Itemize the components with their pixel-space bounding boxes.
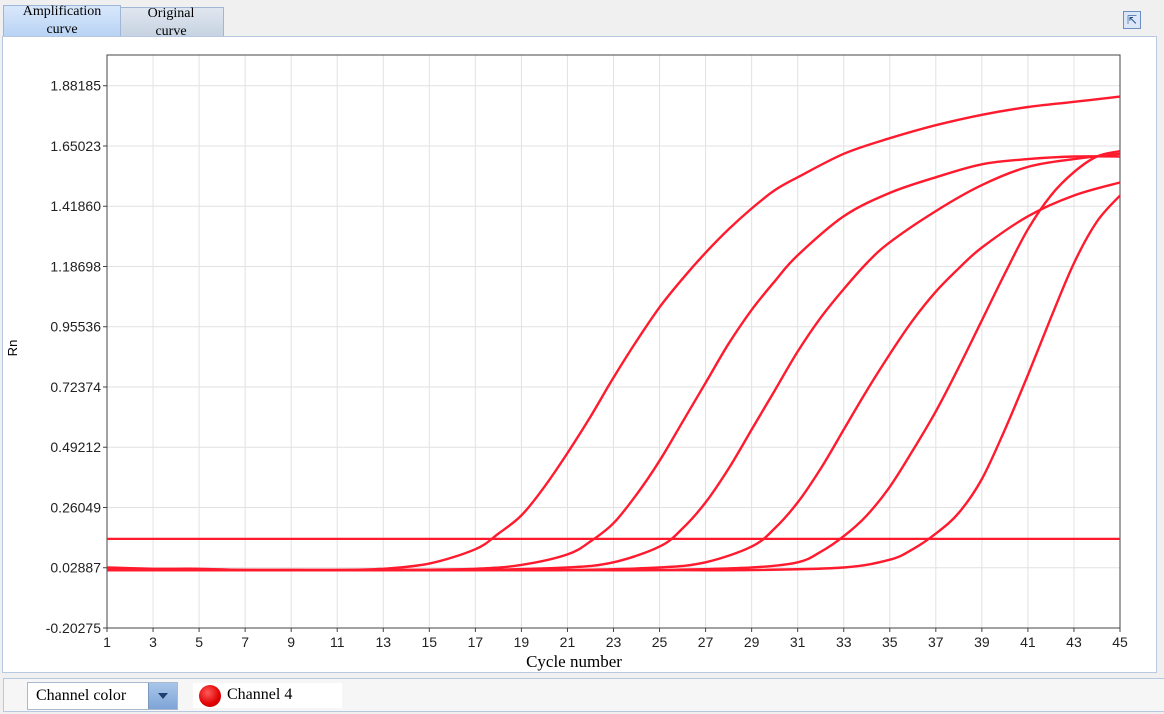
x-tick-label-39: 39 <box>974 634 990 650</box>
x-tick-label-11: 11 <box>330 634 345 650</box>
legend-channel-4[interactable]: Channel 4 <box>193 683 342 708</box>
y-tick-label-6: 1.18698 <box>50 258 101 274</box>
x-tick-label-45: 45 <box>1112 634 1128 650</box>
x-tick-label-15: 15 <box>422 634 438 650</box>
channel-color-dot-icon <box>199 685 221 707</box>
y-tick-label-8: 1.65023 <box>50 138 101 154</box>
y-tick-label-2: 0.26049 <box>50 499 101 515</box>
x-tick-label-13: 13 <box>375 634 391 650</box>
y-tick-label-5: 0.95536 <box>50 319 101 335</box>
x-tick-label-19: 19 <box>514 634 530 650</box>
y-tick-label-1: 0.02887 <box>50 560 101 576</box>
x-axis-label: Cycle number <box>526 652 622 671</box>
y-tick-label-3: 0.49212 <box>50 439 101 455</box>
x-tick-label-31: 31 <box>790 634 806 650</box>
x-tick-label-29: 29 <box>744 634 760 650</box>
x-tick-label-33: 33 <box>836 634 852 650</box>
x-tick-label-1: 1 <box>103 634 111 650</box>
y-axis-ticks: -0.20275 0.02887 0.26049 0.49212 0.72374 0.95… <box>46 78 107 636</box>
chart-grid <box>106 55 1121 629</box>
x-tick-label-3: 3 <box>149 634 157 650</box>
x-tick-label-41: 41 <box>1020 634 1036 650</box>
x-axis-ticks: 1 3 5 7 9 11 13 15 17 19 21 23 25 27 29 31 33 35 37 39 41 43 4… <box>103 628 1128 650</box>
x-tick-label-17: 17 <box>468 634 484 650</box>
x-tick-label-43: 43 <box>1066 634 1082 650</box>
x-tick-label-7: 7 <box>241 634 249 650</box>
chevron-down-icon[interactable] <box>148 683 177 709</box>
x-tick-label-27: 27 <box>698 634 714 650</box>
x-tick-label-21: 21 <box>560 634 576 650</box>
channel-color-label: Channel color <box>36 687 127 704</box>
x-tick-label-35: 35 <box>882 634 898 650</box>
x-tick-label-5: 5 <box>195 634 203 650</box>
legend-label: Channel 4 <box>227 686 293 703</box>
x-tick-label-37: 37 <box>928 634 944 650</box>
y-tick-label-9: 1.88185 <box>50 78 101 94</box>
amplification-chart: -0.20275 0.02887 0.26049 0.49212 0.72374 0.95… <box>5 54 1128 671</box>
x-tick-label-25: 25 <box>652 634 668 650</box>
x-tick-label-9: 9 <box>287 634 295 650</box>
y-axis-label: Rn <box>5 340 20 357</box>
y-tick-label-7: 1.41860 <box>50 198 101 214</box>
x-tick-label-23: 23 <box>606 634 622 650</box>
channel-color-dropdown[interactable]: Channel color <box>27 682 178 710</box>
y-tick-label-0: -0.20275 <box>46 620 101 636</box>
y-tick-label-4: 0.72374 <box>50 379 101 395</box>
